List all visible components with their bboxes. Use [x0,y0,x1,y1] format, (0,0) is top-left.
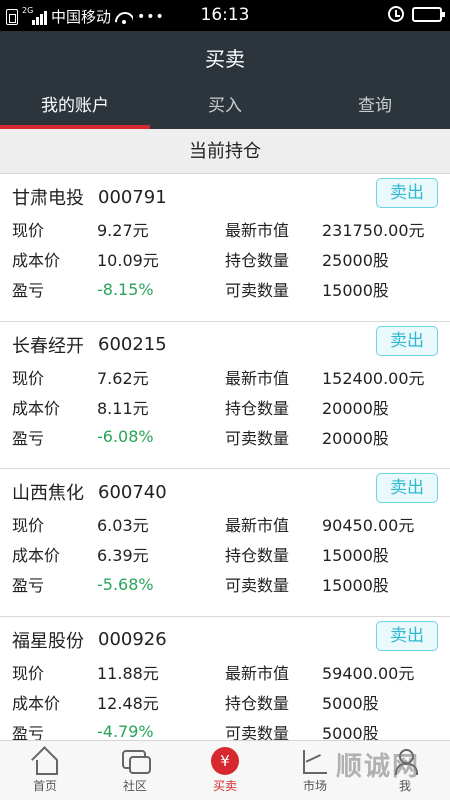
stock-name: 长春经开 [12,335,84,357]
holding-value: 25000股 [322,251,389,270]
price-label: 现价 [12,663,45,683]
stock-name: 山西焦化 [12,483,84,504]
cost-label: 成本价 [12,693,61,713]
holding-value: 5000股 [322,693,379,713]
holding-label: 持仓数量 [225,398,290,418]
market-value: 90450.00元 [322,516,415,535]
pl-label: 盈亏 [12,723,45,741]
nav-label: 首页 [32,779,57,793]
nav-label: 市场 [302,779,327,793]
sell-button[interactable]: 卖出 [376,620,438,651]
pl-label: 盈亏 [12,281,45,300]
cost-label: 成本价 [12,398,61,418]
nav-trade[interactable]: ¥ 买卖 [180,741,270,800]
positions-list[interactable]: 甘肃电投 000791 卖出 现价 9.27元 最新市值 231750.00元 … [0,174,450,740]
tab-bar: 我的账户 买入 查询 [0,87,450,129]
cost-value: 6.39元 [97,546,149,565]
cost-label: 成本价 [12,251,61,270]
pl-label: 盈亏 [12,428,45,448]
stock-name: 甘肃电投 [12,188,84,209]
nav-label: 买卖 [212,779,237,793]
pl-value: -5.68% [97,574,154,594]
market-icon [300,747,330,775]
sellable-label: 可卖数量 [225,723,290,741]
stock-code: 000791 [98,186,167,208]
cost-value: 12.48元 [97,693,159,713]
sellable-value: 5000股 [322,723,379,741]
cost-label: 成本价 [12,546,61,565]
alarm-clock-icon [388,6,404,22]
page-title: 买卖 [0,31,450,87]
sellable-value: 15000股 [322,576,389,595]
position-card: 福星股份 000926 卖出 现价 11.88元 最新市值 59400.00元 … [0,616,450,741]
battery-icon [412,6,445,22]
nav-community[interactable]: 社区 [90,741,180,800]
watermark: 顺诚网 [335,752,420,782]
holding-label: 持仓数量 [225,546,290,565]
price-label: 现价 [12,368,45,388]
sellable-label: 可卖数量 [225,428,290,448]
market-value-label: 最新市值 [225,516,290,535]
market-value: 231750.00元 [322,221,425,240]
stock-name: 福星股份 [12,630,84,652]
stock-code: 000926 [98,629,167,650]
chat-icon [120,747,151,775]
sell-button[interactable]: 卖出 [376,473,438,503]
market-value: 59400.00元 [322,663,415,683]
sell-button[interactable]: 卖出 [376,325,438,356]
pl-label: 盈亏 [12,576,45,595]
tab-buy[interactable]: 买入 [150,87,300,129]
market-value-label: 最新市值 [225,221,290,240]
status-bar: 2G 中国移动 ••• 16:13 [0,0,450,31]
stock-code: 600215 [98,334,167,355]
stock-code: 600740 [98,481,167,503]
cost-value: 10.09元 [97,251,159,270]
sellable-value: 20000股 [322,428,389,448]
cost-value: 8.11元 [97,398,149,418]
price-value: 7.62元 [97,368,149,388]
holding-value: 20000股 [322,398,389,418]
market-value: 152400.00元 [322,368,425,388]
pl-value: -6.08% [97,427,154,446]
section-title: 当前持仓 [0,129,450,174]
tab-query[interactable]: 查询 [300,87,450,129]
position-card: 甘肃电投 000791 卖出 现价 9.27元 最新市值 231750.00元 … [0,174,450,322]
market-value-label: 最新市值 [225,663,290,683]
position-card: 长春经开 600215 卖出 现价 7.62元 最新市值 152400.00元 … [0,321,450,469]
sellable-label: 可卖数量 [225,281,290,300]
price-label: 现价 [12,516,45,535]
trade-icon: ¥ [211,747,239,775]
holding-value: 15000股 [322,546,389,565]
sellable-label: 可卖数量 [225,576,290,595]
status-right [388,6,445,22]
price-label: 现价 [12,221,45,240]
nav-home[interactable]: 首页 [0,741,90,800]
sell-button[interactable]: 卖出 [376,178,438,208]
price-value: 9.27元 [97,221,149,240]
nav-label: 社区 [122,779,147,793]
pl-value: -8.15% [97,279,154,299]
position-card: 山西焦化 600740 卖出 现价 6.03元 最新市值 90450.00元 成… [0,469,450,617]
market-value-label: 最新市值 [225,368,290,388]
home-icon [30,747,60,775]
pl-value: -4.79% [97,722,154,740]
holding-label: 持仓数量 [225,693,290,713]
price-value: 6.03元 [97,516,149,535]
price-value: 11.88元 [97,663,159,683]
sellable-value: 15000股 [322,281,389,300]
holding-label: 持仓数量 [225,251,290,270]
status-time: 16:13 [200,5,250,25]
tab-my-account[interactable]: 我的账户 [0,87,150,129]
